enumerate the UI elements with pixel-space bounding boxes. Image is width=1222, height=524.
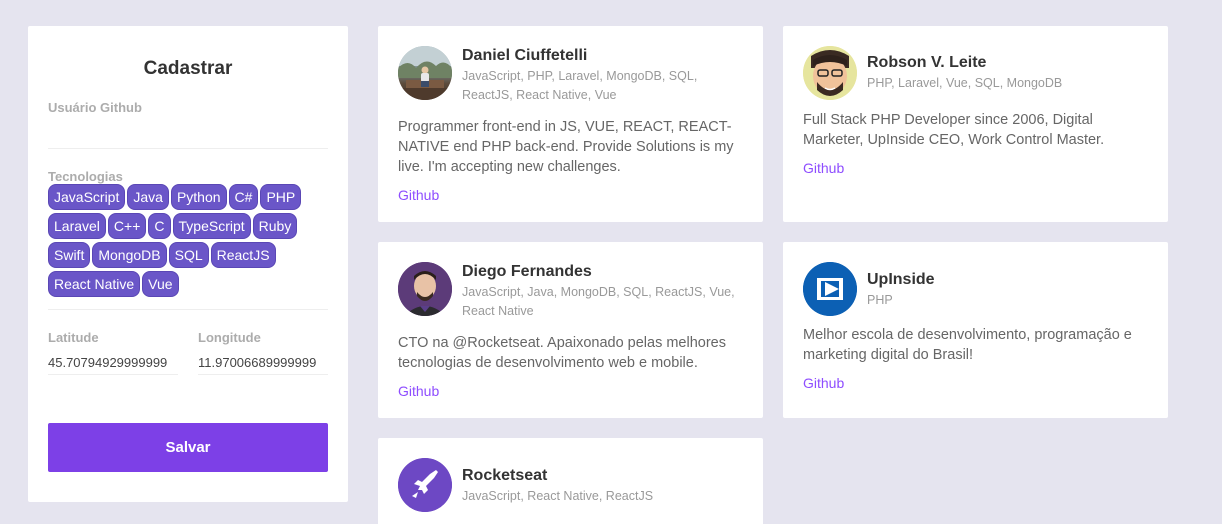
- avatar: [398, 262, 452, 316]
- dev-techs: JavaScript, Java, MongoDB, SQL, ReactJS,…: [462, 285, 735, 318]
- form-title: Cadastrar: [143, 58, 233, 79]
- save-button[interactable]: Salvar: [48, 423, 328, 472]
- github-field-group: Usuário Github: [48, 100, 328, 149]
- dev-card: Diego Fernandes JavaScript, Java, MongoD…: [378, 242, 763, 418]
- tech-chip[interactable]: C++: [107, 213, 147, 239]
- tech-chip[interactable]: SQL: [168, 242, 209, 268]
- dev-techs: PHP: [867, 293, 893, 307]
- tech-chip[interactable]: Java: [127, 184, 169, 210]
- tech-chip[interactable]: PHP: [260, 184, 302, 210]
- register-form: Cadastrar Usuário Github Tecnologias Jav…: [28, 26, 348, 502]
- dev-name: Daniel Ciuffetelli: [462, 47, 588, 64]
- avatar: [803, 46, 857, 100]
- dev-bio: CTO na @Rocketseat. Apaixonado pelas mel…: [398, 335, 726, 371]
- person-photo-icon: [398, 46, 452, 100]
- dev-bio: Programmer front-end in JS, VUE, REACT, …: [398, 119, 734, 175]
- tech-chip[interactable]: JavaScript: [48, 184, 126, 210]
- longitude-input[interactable]: [198, 351, 328, 375]
- tech-chip[interactable]: Vue: [142, 271, 179, 297]
- dev-techs: JavaScript, PHP, Laravel, MongoDB, SQL, …: [462, 69, 698, 102]
- dev-card: Robson V. Leite PHP, Laravel, Vue, SQL, …: [783, 26, 1168, 222]
- avatar: [803, 262, 857, 316]
- dev-name: Rocketseat: [462, 467, 548, 484]
- tech-chip[interactable]: C: [148, 213, 171, 239]
- dev-card-header: Rocketseat JavaScript, React Native, Rea…: [398, 458, 743, 512]
- tech-chip[interactable]: Laravel: [48, 213, 106, 239]
- dev-techs: PHP, Laravel, Vue, SQL, MongoDB: [867, 76, 1063, 90]
- dev-card: Rocketseat JavaScript, React Native, Rea…: [378, 438, 763, 524]
- dev-card: UpInside PHP Melhor escola de desenvolvi…: [783, 242, 1168, 418]
- dev-bio: Melhor escola de desenvolvimento, progra…: [803, 327, 1132, 363]
- dev-card-info: Robson V. Leite PHP, Laravel, Vue, SQL, …: [867, 46, 1062, 93]
- dev-name: Robson V. Leite: [867, 54, 987, 71]
- tech-chip[interactable]: Ruby: [252, 213, 298, 239]
- github-link[interactable]: Github: [398, 383, 439, 399]
- dev-name: Diego Fernandes: [462, 263, 592, 280]
- github-link[interactable]: Github: [803, 160, 844, 176]
- dev-card-header: UpInside PHP: [803, 262, 1148, 316]
- avatar: [398, 46, 452, 100]
- tech-chip[interactable]: Swift: [48, 242, 91, 268]
- latitude-label: Latitude: [48, 330, 99, 345]
- dev-card-header: Robson V. Leite PHP, Laravel, Vue, SQL, …: [803, 46, 1148, 100]
- dev-card: Daniel Ciuffetelli JavaScript, PHP, Lara…: [378, 26, 763, 222]
- tech-chip[interactable]: MongoDB: [92, 242, 167, 268]
- coordinates-group: Latitude Longitude: [48, 330, 328, 375]
- avatar: [398, 458, 452, 512]
- github-username-input[interactable]: [48, 115, 328, 149]
- longitude-label: Longitude: [198, 330, 261, 345]
- tech-chip-list: JavaScript Java Python C# PHP Laravel C+…: [48, 184, 308, 297]
- tech-chip[interactable]: ReactJS: [210, 242, 276, 268]
- dev-techs: JavaScript, React Native, ReactJS: [462, 489, 654, 503]
- techs-field-group: Tecnologias JavaScript Java Python C# PH…: [48, 169, 328, 310]
- latitude-group: Latitude: [48, 330, 178, 375]
- dev-name: UpInside: [867, 271, 935, 288]
- tech-chip[interactable]: Python: [170, 184, 227, 210]
- rocket-logo-icon: [398, 458, 452, 512]
- dev-card-header: Daniel Ciuffetelli JavaScript, PHP, Lara…: [398, 46, 743, 105]
- longitude-group: Longitude: [198, 330, 328, 375]
- github-username-label: Usuário Github: [48, 100, 142, 115]
- person-photo-icon: [398, 262, 452, 316]
- dev-card-info: UpInside PHP: [867, 262, 935, 310]
- play-logo-icon: [803, 262, 857, 316]
- latitude-input[interactable]: [48, 351, 178, 375]
- tech-chip[interactable]: React Native: [48, 271, 141, 297]
- dev-bio: Full Stack PHP Developer since 2006, Dig…: [803, 112, 1105, 148]
- tech-chip[interactable]: C#: [228, 184, 259, 210]
- dev-card-info: Diego Fernandes JavaScript, Java, MongoD…: [462, 262, 743, 321]
- dev-card-info: Daniel Ciuffetelli JavaScript, PHP, Lara…: [462, 46, 743, 105]
- techs-label: Tecnologias: [48, 169, 123, 184]
- github-link[interactable]: Github: [398, 187, 439, 203]
- dev-card-info: Rocketseat JavaScript, React Native, Rea…: [462, 458, 653, 506]
- tech-chip[interactable]: TypeScript: [172, 213, 251, 239]
- dev-card-header: Diego Fernandes JavaScript, Java, MongoD…: [398, 262, 743, 321]
- cartoon-face-icon: [803, 46, 857, 100]
- github-link[interactable]: Github: [803, 375, 844, 391]
